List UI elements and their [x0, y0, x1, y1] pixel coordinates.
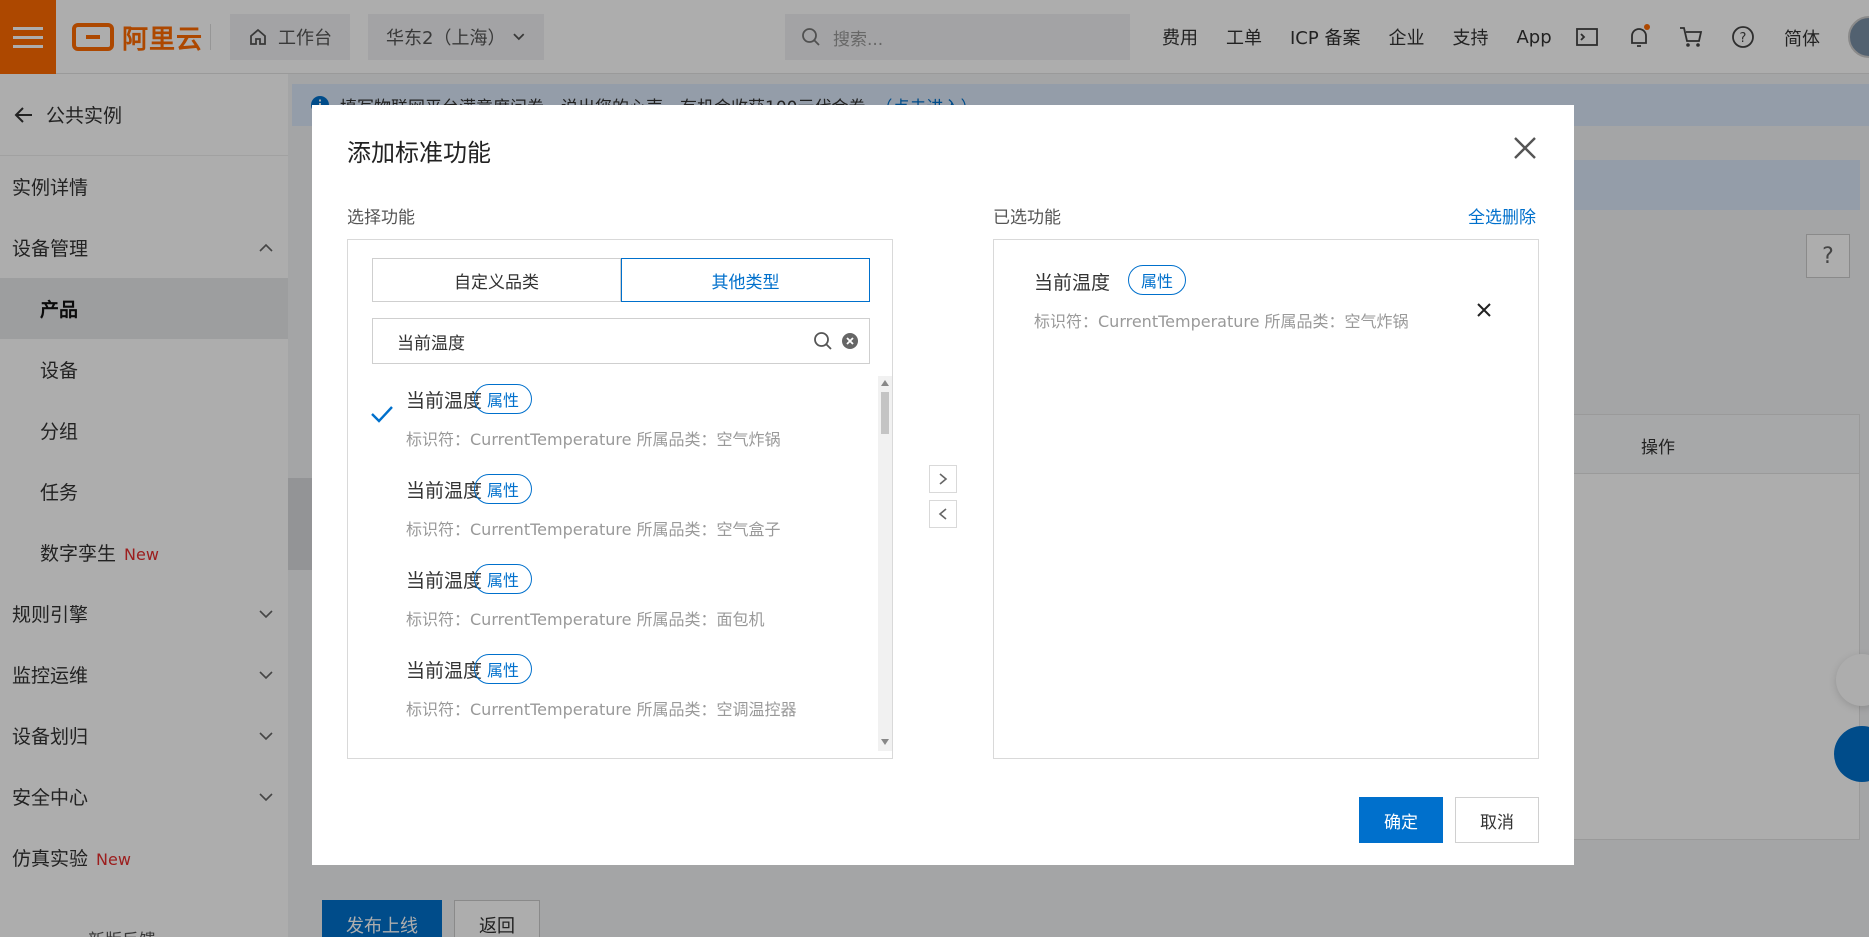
list-item[interactable]: 当前温度 属性 标识符：CurrentTemperature 所属品类：空气炸锅	[348, 376, 868, 466]
function-name: 当前温度	[406, 660, 483, 682]
tab-custom-category[interactable]: 自定义品类	[372, 258, 621, 302]
add-standard-function-dialog: 添加标准功能 选择功能 已选功能 全选删除 自定义品类 其他类型 当前温度 属性…	[312, 105, 1574, 865]
dialog-title: 添加标准功能	[347, 139, 491, 167]
chevron-right-icon	[939, 473, 948, 485]
confirm-button[interactable]: 确定	[1359, 797, 1443, 843]
function-meta: 标识符：CurrentTemperature 所属品类：空调温控器	[406, 700, 797, 719]
chevron-left-icon	[938, 508, 947, 520]
cancel-button[interactable]: 取消	[1455, 797, 1539, 843]
list-scrollbar[interactable]	[878, 376, 892, 751]
function-source-panel: 自定义品类 其他类型 当前温度 属性 标识符：CurrentTemperatur…	[347, 239, 893, 759]
clear-all-link[interactable]: 全选删除	[1468, 203, 1536, 228]
move-right-button[interactable]	[929, 465, 957, 493]
property-tag: 属性	[1128, 265, 1187, 295]
tab-other-types[interactable]: 其他类型	[621, 258, 870, 302]
property-tag: 属性	[474, 384, 533, 414]
selected-function-name: 当前温度	[1034, 272, 1111, 294]
list-item[interactable]: 当前温度 属性 标识符：CurrentTemperature 所属品类：空调温控…	[348, 646, 868, 736]
category-tabs: 自定义品类 其他类型	[372, 258, 870, 302]
selected-functions-panel: 当前温度 属性 标识符：CurrentTemperature 所属品类：空气炸锅	[993, 239, 1539, 759]
function-list: 当前温度 属性 标识符：CurrentTemperature 所属品类：空气炸锅…	[348, 376, 878, 751]
check-icon	[371, 406, 393, 423]
close-icon[interactable]	[1510, 133, 1540, 163]
function-name: 当前温度	[406, 480, 483, 502]
function-meta: 标识符：CurrentTemperature 所属品类：空气盒子	[406, 520, 781, 539]
scroll-thumb[interactable]	[881, 392, 889, 434]
function-search-field[interactable]	[372, 318, 870, 364]
selected-function-label: 已选功能	[993, 208, 1061, 228]
function-name: 当前温度	[406, 390, 483, 412]
remove-icon[interactable]	[1474, 300, 1494, 320]
scroll-down-arrow-icon[interactable]	[881, 739, 889, 745]
property-tag: 属性	[474, 474, 533, 504]
selected-function-meta: 标识符：CurrentTemperature 所属品类：空气炸锅	[1034, 312, 1409, 331]
move-left-button[interactable]	[929, 500, 957, 528]
scroll-up-arrow-icon[interactable]	[881, 380, 889, 386]
function-meta: 标识符：CurrentTemperature 所属品类：面包机	[406, 610, 765, 629]
list-item[interactable]: 当前温度 属性 标识符：CurrentTemperature 所属品类：空气盒子	[348, 466, 868, 556]
property-tag: 属性	[474, 654, 533, 684]
property-tag: 属性	[474, 564, 533, 594]
function-search-input[interactable]	[397, 331, 813, 351]
list-item[interactable]: 当前温度 属性 标识符：CurrentTemperature 所属品类：面包机	[348, 556, 868, 646]
select-function-label: 选择功能	[347, 208, 415, 228]
clear-input-icon[interactable]	[841, 332, 859, 350]
function-name: 当前温度	[406, 570, 483, 592]
search-icon[interactable]	[813, 331, 833, 351]
function-meta: 标识符：CurrentTemperature 所属品类：空气炸锅	[406, 430, 781, 449]
